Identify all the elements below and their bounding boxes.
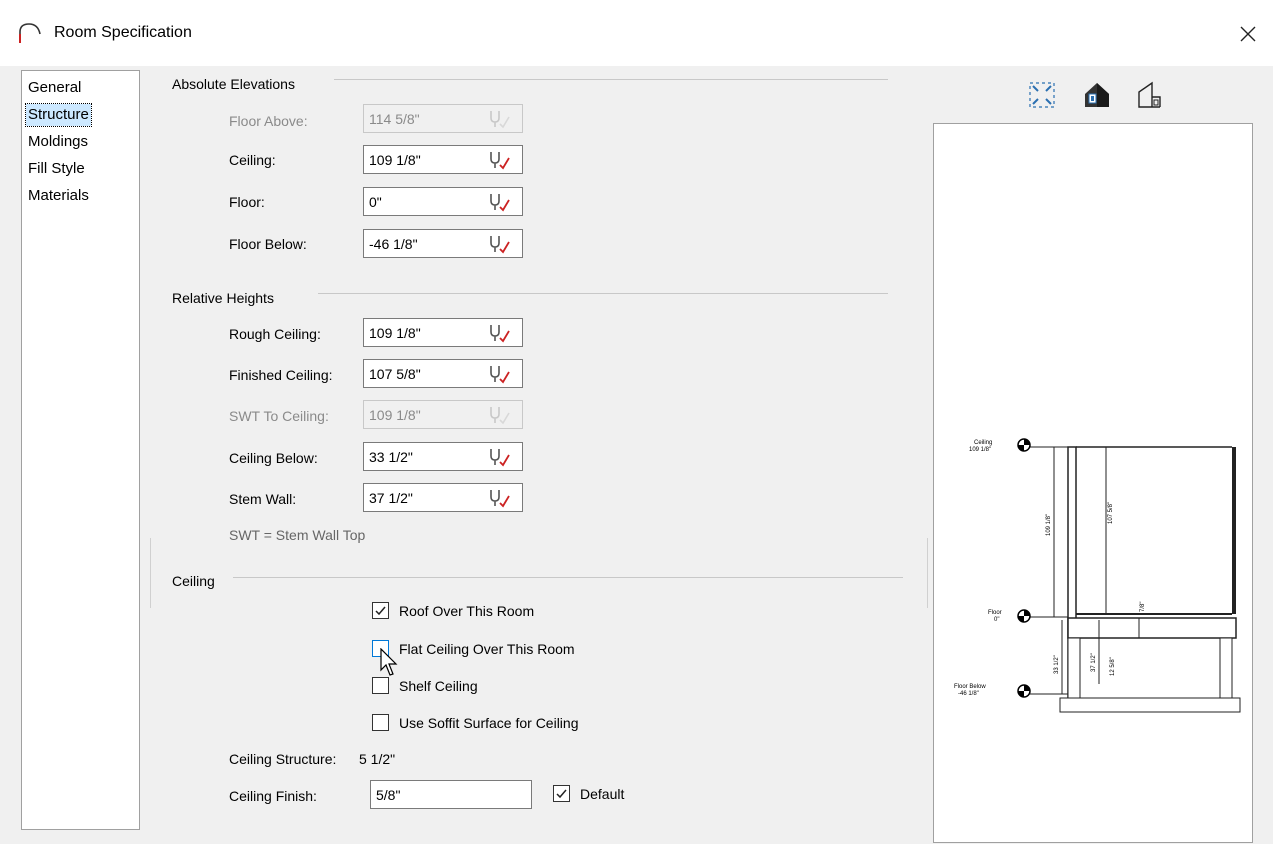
stem-wall-value: 37 1/2" [369,490,413,506]
elevation-view-icon[interactable] [1134,80,1164,110]
title-bar: Room Specification [0,0,1273,66]
floor-above-label: Floor Above: [229,113,308,129]
left-stem-wall [1067,637,1081,699]
flat-ceiling-label[interactable]: Flat Ceiling Over This Room [399,641,575,657]
ceiling-marker-value: 109 1/8" [969,447,991,453]
dim-finished-text: 107 5/8" [1108,502,1114,524]
floor-below-marker-icon [1017,684,1031,698]
floor-label: Floor: [229,194,265,210]
nav-item-fill-style[interactable]: Fill Style [26,158,87,180]
ceiling-finish-value: 5/8" [376,787,401,803]
shelf-ceiling-checkbox[interactable] [372,677,389,694]
floor-marker-label: Floor [988,610,1002,616]
ceiling-below-value: 33 1/2" [369,449,413,465]
swt-note: SWT = Stem Wall Top [229,527,366,543]
dim-footing-text: 12 5/8" [1110,657,1116,676]
default-checkbox[interactable] [553,785,570,802]
floor-field[interactable]: 0" [363,187,523,216]
roof-over-checkbox[interactable] [372,602,389,619]
finished-ceiling-field[interactable]: 107 5/8" [363,359,523,388]
floor-marker-icon [1017,609,1031,623]
rough-ceiling-value: 109 1/8" [369,325,421,341]
right-wall [1232,447,1236,614]
finished-ceiling-value: 107 5/8" [369,366,421,382]
soffit-checkbox[interactable] [372,714,389,731]
category-list: General Structure Moldings Fill Style Ma… [21,70,140,830]
shelf-ceiling-label[interactable]: Shelf Ceiling [399,678,478,694]
picker-icon[interactable] [486,364,512,384]
checkmark-icon [556,789,567,799]
swt-to-ceiling-value: 109 1/8" [369,407,421,423]
section-divider [334,79,888,80]
ceiling-marker-label: Ceiling [974,440,992,446]
picker-icon[interactable] [486,234,512,254]
footing [1059,697,1241,713]
camera-view-icon[interactable] [1082,80,1112,110]
stem-wall-field[interactable]: 37 1/2" [363,483,523,512]
picker-icon[interactable] [486,192,512,212]
dim-total-text: 109 1/8" [1046,514,1052,536]
ceiling-finish-field[interactable]: 5/8" [370,780,532,809]
default-label[interactable]: Default [580,786,624,802]
ceiling-finish-label: Ceiling Finish: [229,788,317,804]
preview-panel: Ceiling 109 1/8" Floor 0" Floor Below -4… [933,123,1253,843]
swt-to-ceiling-field: 109 1/8" [363,400,523,429]
dim-finish-text: 7/8" [1140,602,1146,612]
absolute-elevations-title: Absolute Elevations [172,76,295,92]
ceiling-structure-value: 5 1/2" [359,751,396,767]
finished-ceiling-label: Finished Ceiling: [229,367,333,383]
floor-above-field: 114 5/8" [363,104,523,133]
roof-over-label[interactable]: Roof Over This Room [399,603,534,619]
stem-wall-label: Stem Wall: [229,491,297,507]
floor-above-value: 114 5/8" [369,111,420,127]
picker-icon [490,407,510,425]
rough-ceiling-field[interactable]: 109 1/8" [363,318,523,347]
section-divider [233,577,903,578]
room-arch-icon [19,23,41,43]
ceiling-field[interactable]: 109 1/8" [363,145,523,174]
ceiling-value: 109 1/8" [369,152,421,168]
picker-icon[interactable] [486,488,512,508]
section-diagram: Ceiling 109 1/8" Floor 0" Floor Below -4… [954,438,1241,713]
floor-below-value: -46 1/8" [369,236,418,252]
floor-marker-value: 0" [994,617,999,623]
picker-icon[interactable] [486,447,512,467]
picker-icon[interactable] [486,150,512,170]
dim-stem-text: 33 1/2" [1054,655,1060,674]
mouse-cursor-icon [380,648,398,676]
right-splitter[interactable] [927,538,928,608]
ceiling-marker-icon [1017,438,1031,452]
checkmark-icon [375,606,386,616]
floor-below-field[interactable]: -46 1/8" [363,229,523,258]
ceiling-section-title: Ceiling [172,573,215,589]
floor-structure [1067,617,1237,639]
window-title: Room Specification [54,24,192,41]
nav-item-general[interactable]: General [26,77,83,99]
left-splitter[interactable] [150,538,151,608]
picker-icon [490,111,510,129]
floor-below-label: Floor Below: [229,236,307,252]
picker-icon[interactable] [486,323,512,343]
soffit-label[interactable]: Use Soffit Surface for Ceiling [399,715,579,731]
fit-view-icon[interactable] [1027,80,1057,110]
ceiling-below-field[interactable]: 33 1/2" [363,442,523,471]
rough-ceiling-label: Rough Ceiling: [229,326,321,342]
ceiling-structure-label: Ceiling Structure: [229,751,337,767]
close-icon[interactable] [1228,14,1268,54]
right-stem-wall [1219,637,1233,699]
floor-below-marker-label: Floor Below [954,684,986,690]
relative-heights-title: Relative Heights [172,290,274,306]
ceiling-label: Ceiling: [229,152,276,168]
nav-item-materials[interactable]: Materials [26,185,91,207]
nav-item-structure[interactable]: Structure [25,103,92,127]
nav-item-moldings[interactable]: Moldings [26,131,90,153]
floor-below-marker-value: -46 1/8" [958,691,979,697]
section-divider [318,293,888,294]
ceiling-below-label: Ceiling Below: [229,450,318,466]
dim-ceiling-below-text: 37 1/2" [1091,653,1097,672]
floor-value: 0" [369,194,382,210]
swt-to-ceiling-label: SWT To Ceiling: [229,408,329,424]
